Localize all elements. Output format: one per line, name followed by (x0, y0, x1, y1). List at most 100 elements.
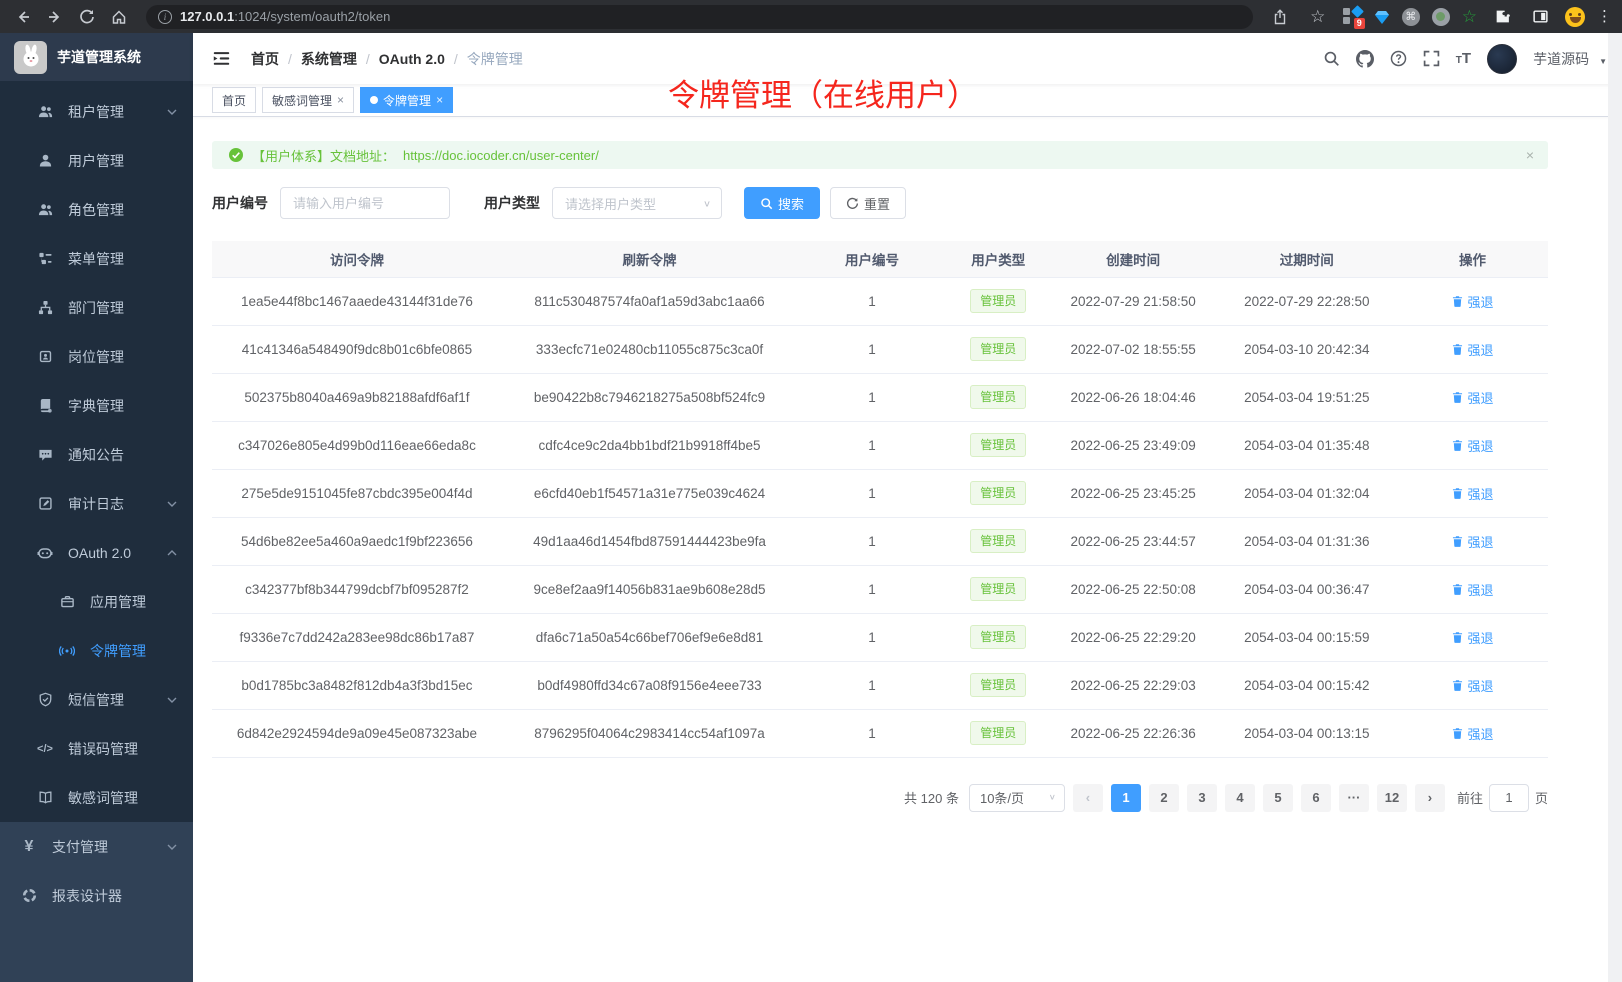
cmd-extension-icon[interactable]: ⌘ (1402, 8, 1420, 26)
select-placeholder: 请选择用户类型 (565, 194, 656, 213)
sidebar-item-sensitive-word[interactable]: 敏感词管理 (0, 773, 193, 822)
created-cell: 2022-06-25 23:44:57 (1050, 517, 1217, 565)
code-icon: </> (36, 743, 54, 755)
user-menu-caret-icon[interactable]: ▼ (1599, 57, 1607, 66)
breadcrumb-home[interactable]: 首页 (251, 49, 279, 69)
force-logout-button[interactable]: 强退 (1451, 676, 1493, 695)
expires-cell: 2022-07-29 22:28:50 (1217, 277, 1397, 325)
home-icon[interactable] (106, 4, 132, 30)
page-button-6[interactable]: 6 (1301, 784, 1331, 812)
table-row: b0d1785bc3a8482f812db4a3f3bd15ec b0df498… (212, 661, 1548, 709)
record-extension-icon[interactable] (1432, 8, 1450, 26)
refresh-token-cell: b0df4980ffd34c67a08f9156e4eee733 (502, 661, 797, 709)
search-button-label: 搜索 (778, 194, 804, 213)
tab-close-icon[interactable]: × (337, 94, 344, 106)
sidebar-item-role[interactable]: 角色管理 (0, 185, 193, 234)
sidebar-item-oauth-token[interactable]: 令牌管理 (0, 626, 193, 675)
page-ellipsis-button[interactable]: ··· (1339, 784, 1369, 812)
user-avatar[interactable] (1487, 44, 1517, 74)
force-logout-button[interactable]: 强退 (1451, 628, 1493, 647)
page-button-1[interactable]: 1 (1111, 784, 1141, 812)
force-logout-button[interactable]: 强退 (1451, 532, 1493, 551)
tab-close-icon[interactable]: × (436, 94, 443, 106)
topbar: 首页 / 系统管理 / OAuth 2.0 / 令牌管理 TT 芋道源码 (193, 33, 1622, 84)
sidebar-item-errcode[interactable]: </> 错误码管理 (0, 724, 193, 773)
reload-icon[interactable] (74, 4, 100, 30)
extension-grid-icon[interactable]: 9 (1343, 7, 1362, 26)
tab-token[interactable]: 令牌管理 × (360, 87, 453, 113)
forward-icon[interactable] (42, 4, 68, 30)
sidebar-item-oauth-app[interactable]: 应用管理 (0, 577, 193, 626)
sidebar-item-sms[interactable]: 短信管理 (0, 675, 193, 724)
prev-page-button[interactable]: ‹ (1073, 784, 1103, 812)
page-size-select[interactable]: 10条/页 ∨ (969, 784, 1065, 812)
page-button-2[interactable]: 2 (1149, 784, 1179, 812)
help-icon[interactable] (1390, 50, 1407, 67)
sidebar-item-dept[interactable]: 部门管理 (0, 283, 193, 332)
header-search-icon[interactable] (1323, 50, 1340, 67)
search-button[interactable]: 搜索 (744, 187, 820, 219)
force-logout-button[interactable]: 强退 (1451, 340, 1493, 359)
force-logout-button[interactable]: 强退 (1451, 580, 1493, 599)
puzzle-extensions-icon[interactable] (1489, 4, 1515, 30)
page-button-5[interactable]: 5 (1263, 784, 1293, 812)
back-icon[interactable] (10, 4, 36, 30)
url-path: :1024/system/oauth2/token (234, 9, 390, 24)
profile-avatar-icon[interactable] (1565, 7, 1585, 27)
tab-sensitive-word[interactable]: 敏感词管理 × (262, 87, 354, 113)
user-id-input[interactable] (280, 187, 450, 219)
next-page-button[interactable]: › (1415, 784, 1445, 812)
force-logout-button[interactable]: 强退 (1451, 436, 1493, 455)
col-expires: 过期时间 (1217, 241, 1397, 277)
url-bar[interactable]: i 127.0.0.1:1024/system/oauth2/token (146, 5, 1253, 29)
breadcrumb-oauth[interactable]: OAuth 2.0 (379, 51, 445, 67)
sidebar-item-post[interactable]: 岗位管理 (0, 332, 193, 381)
sidebar-collapse-icon[interactable] (208, 49, 235, 68)
breadcrumb-system[interactable]: 系统管理 (301, 49, 357, 69)
sidebar-item-user[interactable]: 用户管理 (0, 136, 193, 185)
page-button-4[interactable]: 4 (1225, 784, 1255, 812)
expires-cell: 2054-03-04 00:36:47 (1217, 565, 1397, 613)
page-button-12[interactable]: 12 (1377, 784, 1407, 812)
alert-doc-link[interactable]: https://doc.iocoder.cn/user-center/ (403, 148, 599, 163)
sidebar-item-report-designer[interactable]: 报表设计器 (0, 871, 193, 920)
sidebar-item-audit-log[interactable]: 审计日志 (0, 479, 193, 528)
font-size-icon[interactable]: TT (1456, 51, 1471, 66)
fullscreen-icon[interactable] (1423, 50, 1440, 67)
chrome-menu-icon[interactable]: ⋮ (1597, 9, 1612, 24)
tab-home[interactable]: 首页 (212, 87, 256, 113)
gem-extension-icon[interactable] (1374, 9, 1390, 25)
star-extension-icon[interactable]: ☆ (1462, 8, 1477, 25)
user-id-cell: 1 (797, 277, 947, 325)
sidebar-item-label: 支付管理 (52, 837, 167, 857)
user-name[interactable]: 芋道源码 (1533, 49, 1589, 69)
alert-close-icon[interactable]: × (1526, 147, 1534, 163)
page-info-icon[interactable]: i (158, 10, 172, 24)
force-logout-button[interactable]: 强退 (1451, 388, 1493, 407)
goto-page-input[interactable] (1489, 784, 1529, 812)
force-logout-button[interactable]: 强退 (1451, 484, 1493, 503)
force-logout-button[interactable]: 强退 (1451, 292, 1493, 311)
share-icon[interactable] (1267, 4, 1293, 30)
user-type-badge: 管理员 (970, 529, 1026, 553)
sidebar-item-oauth2[interactable]: OAuth 2.0 (0, 528, 193, 577)
sidebar-item-dict[interactable]: 字典管理 (0, 381, 193, 430)
search-form: 用户编号 用户类型 请选择用户类型 ∨ 搜索 重置 (212, 187, 1548, 219)
sidebar-item-menu[interactable]: 菜单管理 (0, 234, 193, 283)
page-scrollbar[interactable] (1608, 33, 1622, 982)
sidebar-item-notice[interactable]: 通知公告 (0, 430, 193, 479)
token-table: 访问令牌 刷新令牌 用户编号 用户类型 创建时间 过期时间 操作 1ea5e44… (212, 241, 1548, 758)
sidebar-item-tenant[interactable]: 租户管理 (0, 87, 193, 136)
reset-button[interactable]: 重置 (830, 187, 906, 219)
app-logo[interactable]: 芋道管理系统 (0, 33, 193, 81)
force-logout-button[interactable]: 强退 (1451, 724, 1493, 743)
browser-chrome: i 127.0.0.1:1024/system/oauth2/token ☆ 9… (0, 0, 1622, 33)
page-button-3[interactable]: 3 (1187, 784, 1217, 812)
created-cell: 2022-06-25 23:49:09 (1050, 421, 1217, 469)
sidebar-item-pay[interactable]: ¥ 支付管理 (0, 822, 193, 871)
dictionary-icon (36, 398, 54, 413)
user-type-select[interactable]: 请选择用户类型 ∨ (552, 187, 722, 219)
github-icon[interactable] (1356, 50, 1374, 68)
split-screen-icon[interactable] (1527, 4, 1553, 30)
bookmark-star-icon[interactable]: ☆ (1305, 4, 1331, 30)
